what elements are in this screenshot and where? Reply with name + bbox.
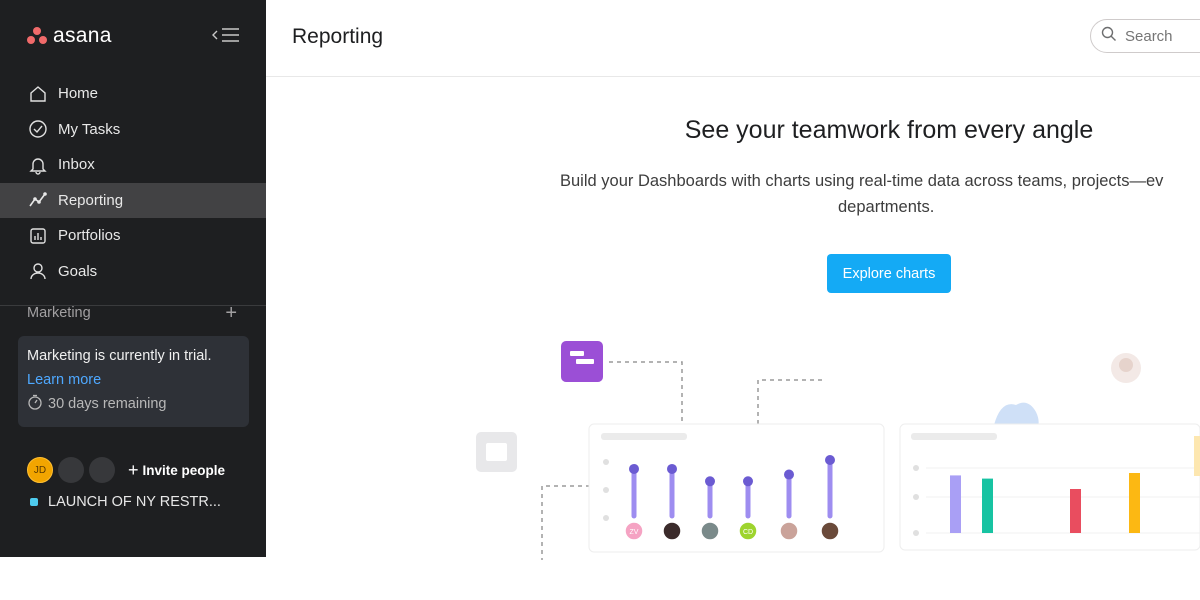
connector-line [541,485,590,560]
lollipop-avatar-initials: ZV [630,529,639,536]
main-content: Reporting See your teamwork from every a… [266,0,1200,600]
project-color-dot [30,498,38,506]
search-input[interactable] [1125,27,1200,45]
dashboard-illustration: ZV CD [476,341,1200,560]
top-bar: Reporting [266,0,1200,77]
stopwatch-icon [27,394,43,414]
lollipop-avatar [820,521,840,541]
lollipop-head [825,455,835,465]
collapse-sidebar-icon[interactable] [210,26,240,44]
sidebar: asana Home My Tasks Inbox Reporting Port… [0,0,266,557]
lollipop-chart-card: ZV CD [588,423,885,553]
lollipop-head [705,476,715,487]
search-box[interactable] [1090,19,1200,53]
sidebar-item-inbox[interactable]: Inbox [0,147,266,183]
bar-chart-card [899,423,1200,551]
page-title: Reporting [292,25,384,48]
people-row: JD + Invite people [27,457,225,483]
lollipop-avatar [779,521,799,541]
home-icon [27,83,48,104]
trial-remaining: 30 days remaining [27,394,240,414]
sidebar-item-label: Home [58,85,99,103]
faint-avatar-icon [1111,353,1141,383]
sidebar-project-item[interactable]: LAUNCH OF NY RESTR... [30,494,221,510]
invite-people-button[interactable]: + Invite people [128,460,225,481]
bar [982,478,993,533]
explore-charts-button[interactable]: Explore charts [827,254,951,293]
hero-subtitle: Build your Dashboards with charts using … [560,168,1200,220]
lollipop-head [743,476,753,487]
avatar-placeholder [89,457,115,483]
logo-text: asana [53,24,112,47]
person-icon [27,261,48,282]
bar-chart-icon [27,225,48,246]
sidebar-nav: Home My Tasks Inbox Reporting Portfolios [0,76,266,289]
trial-remaining-text: 30 days remaining [48,396,167,412]
bar [1070,489,1081,533]
lollipop-avatar [700,521,720,541]
lollipop-avatar [662,521,682,541]
add-team-item-icon[interactable]: + [225,303,237,323]
sidebar-item-label: Reporting [58,191,124,209]
search-icon [1101,26,1117,46]
sidebar-item-label: Portfolios [58,227,121,245]
hero-title: See your teamwork from every angle [684,116,1094,144]
bar [950,475,961,533]
team-header[interactable]: Marketing + [27,303,237,323]
sidebar-item-label: My Tasks [58,120,121,138]
sidebar-item-reporting[interactable]: Reporting [0,182,266,218]
check-circle-icon [27,119,48,140]
hero-subtitle-line-2: departments. [838,198,935,216]
bell-icon [27,154,48,175]
plus-icon: + [128,459,139,480]
trend-line-icon [27,190,48,211]
project-name: LAUNCH OF NY RESTR... [48,494,221,510]
calendar-icon [476,432,517,472]
learn-more-link[interactable]: Learn more [27,372,101,388]
sidebar-item-home[interactable]: Home [0,76,266,112]
lollipop-head [784,469,794,480]
sidebar-item-label: Inbox [58,156,95,174]
asana-logo[interactable]: asana [27,24,112,48]
connector-line [757,379,822,425]
trial-notice: Marketing is currently in trial. Learn m… [18,336,249,427]
lollipop-head [629,463,639,474]
team-name: Marketing [27,305,91,321]
invite-label: Invite people [142,462,226,478]
avatar[interactable]: JD [27,457,53,483]
timeline-app-icon [561,341,603,382]
lollipop-head [667,463,677,474]
trial-text: Marketing is currently in trial. [27,348,212,364]
sidebar-item-my-tasks[interactable]: My Tasks [0,112,266,148]
connector-line [609,361,683,430]
sidebar-item-label: Goals [58,262,98,280]
sidebar-item-goals[interactable]: Goals [0,254,266,290]
hero-subtitle-line-1: Build your Dashboards with charts using … [560,172,1164,190]
sidebar-item-portfolios[interactable]: Portfolios [0,218,266,254]
bar [1129,473,1140,533]
avatar-placeholder [58,457,84,483]
cropped-card-edge [1194,436,1200,476]
lollipop-avatar-initials: CD [743,529,753,536]
asana-logo-icon [27,27,47,45]
